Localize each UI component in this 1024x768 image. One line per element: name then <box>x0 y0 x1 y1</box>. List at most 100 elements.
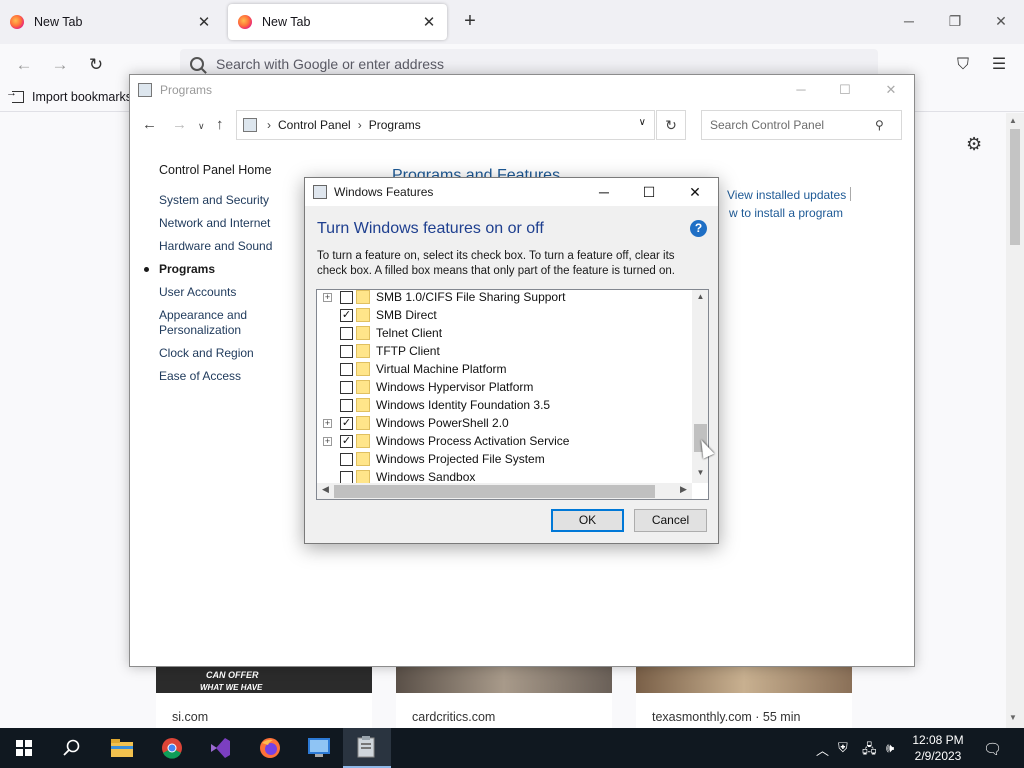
start-button[interactable] <box>0 728 48 768</box>
scrollbar-thumb[interactable] <box>1010 129 1020 245</box>
close-icon[interactable]: ✕ <box>683 181 707 203</box>
sidebar-item-programs[interactable]: Programs <box>144 262 279 277</box>
taskbar-search-button[interactable] <box>48 728 96 768</box>
sidebar-item-clock-region[interactable]: Clock and Region <box>159 346 279 361</box>
feature-row[interactable]: + ✓ Windows PowerShell 2.0 <box>317 414 509 432</box>
horizontal-scrollbar[interactable]: ◀ ▶ <box>317 483 692 499</box>
feature-row[interactable]: Windows Projected File System <box>317 450 545 468</box>
refresh-button[interactable]: ↻ <box>656 110 686 140</box>
feature-checkbox[interactable]: ✓ <box>340 308 353 322</box>
feature-row[interactable]: Windows Hypervisor Platform <box>317 378 533 396</box>
shortcut-tile-si[interactable]: CAN OFFER WHAT WE HAVE si.com <box>156 666 372 728</box>
feature-checkbox[interactable]: ✓ <box>340 416 353 430</box>
sidebar-item-network[interactable]: Network and Internet <box>159 216 279 231</box>
feature-row[interactable]: + SMB 1.0/CIFS File Sharing Support <box>317 290 565 306</box>
notifications-icon[interactable]: 🗨 <box>983 740 1002 758</box>
feature-checkbox[interactable] <box>340 290 353 304</box>
taskbar-visual-studio[interactable] <box>196 728 244 768</box>
import-bookmarks-button[interactable]: Import bookmarks... <box>6 87 142 104</box>
chevron-down-icon[interactable]: ∨ <box>639 117 646 128</box>
minimize-icon[interactable]: ─ <box>790 79 812 101</box>
ok-button[interactable]: OK <box>551 509 624 532</box>
scroll-down-icon[interactable]: ▼ <box>1009 713 1017 722</box>
control-panel-search[interactable]: ⚲ <box>701 110 902 140</box>
feature-checkbox[interactable] <box>340 344 353 358</box>
expand-icon[interactable]: + <box>323 292 332 302</box>
restore-icon[interactable]: ❐ <box>944 10 966 32</box>
how-to-install-link[interactable]: w to install a program <box>729 206 843 220</box>
scroll-up-icon[interactable]: ▲ <box>692 292 708 301</box>
breadcrumb[interactable]: › Control Panel › Programs ∨ <box>236 110 655 140</box>
features-tree[interactable]: + SMB 1.0/CIFS File Sharing Support ✓ SMB D… <box>316 289 709 500</box>
reload-icon[interactable]: ↻ <box>84 53 108 77</box>
feature-row[interactable]: Telnet Client <box>317 324 442 342</box>
breadcrumb-control-panel[interactable]: Control Panel <box>278 118 351 132</box>
shortcut-tile-cardcritics[interactable]: cardcritics.com <box>396 666 612 728</box>
expand-icon[interactable]: + <box>323 418 332 428</box>
close-icon[interactable]: ✕ <box>880 79 902 101</box>
browser-tab-1[interactable]: New Tab ✕ <box>0 4 222 40</box>
forward-arrow-icon[interactable]: → <box>172 116 187 133</box>
shortcut-tile-texasmonthly[interactable]: texasmonthly.com · 55 min <box>636 666 852 728</box>
feature-checkbox[interactable] <box>340 452 353 466</box>
scroll-up-icon[interactable]: ▲ <box>1009 116 1017 125</box>
maximize-icon[interactable]: ☐ <box>637 181 661 203</box>
url-input[interactable] <box>216 56 816 72</box>
recent-locations-icon[interactable]: ∨ <box>198 121 205 132</box>
taskbar-windows-features[interactable] <box>343 728 391 768</box>
taskbar-chrome[interactable] <box>148 728 196 768</box>
close-window-icon[interactable]: ✕ <box>990 10 1012 32</box>
chevron-right-icon[interactable]: › <box>358 118 362 132</box>
minimize-icon[interactable]: ─ <box>592 181 616 203</box>
feature-row[interactable]: Windows Identity Foundation 3.5 <box>317 396 550 414</box>
gear-icon[interactable]: ⚙ <box>966 134 982 155</box>
sidebar-item-appearance[interactable]: Appearance and Personalization <box>159 308 279 338</box>
feature-row[interactable]: TFTP Client <box>317 342 440 360</box>
feature-checkbox[interactable] <box>340 398 353 412</box>
scroll-right-icon[interactable]: ▶ <box>675 484 692 495</box>
pocket-icon[interactable]: ⛉ <box>952 54 974 76</box>
chevron-up-icon[interactable]: ︿ <box>816 740 829 759</box>
scroll-left-icon[interactable]: ◀ <box>317 484 334 495</box>
browser-tab-2[interactable]: New Tab ✕ <box>228 4 447 40</box>
chevron-right-icon[interactable]: › <box>267 118 271 132</box>
up-arrow-icon[interactable]: ↑ <box>216 116 224 133</box>
control-panel-home-link[interactable]: Control Panel Home <box>159 163 279 177</box>
expand-icon[interactable]: + <box>323 436 332 446</box>
feature-checkbox[interactable] <box>340 326 353 340</box>
sidebar-item-user-accounts[interactable]: User Accounts <box>159 285 279 300</box>
breadcrumb-programs[interactable]: Programs <box>369 118 421 132</box>
feature-row[interactable]: ✓ SMB Direct <box>317 306 437 324</box>
ethernet-icon[interactable]: 🖧 <box>862 740 877 762</box>
forward-arrow-icon[interactable]: → <box>48 53 72 77</box>
scrollbar-thumb[interactable] <box>334 485 655 498</box>
minimize-icon[interactable]: ─ <box>898 10 920 32</box>
network-status-icon[interactable]: ⛨ <box>838 740 848 756</box>
feature-row[interactable]: Virtual Machine Platform <box>317 360 507 378</box>
view-installed-updates-link[interactable]: View installed updates <box>727 188 846 202</box>
taskbar-file-explorer[interactable] <box>98 728 146 768</box>
new-tab-button[interactable]: + <box>458 10 482 34</box>
sidebar-item-system-security[interactable]: System and Security <box>159 193 279 208</box>
feature-checkbox[interactable]: ✓ <box>340 434 353 448</box>
search-icon[interactable]: ⚲ <box>875 118 884 132</box>
volume-icon[interactable]: 🕪 <box>886 740 894 756</box>
taskbar-control-panel[interactable] <box>295 728 343 768</box>
close-icon[interactable]: ✕ <box>421 13 437 31</box>
scroll-down-icon[interactable]: ▼ <box>692 468 708 477</box>
page-scrollbar[interactable]: ▲ ▼ <box>1006 113 1024 728</box>
sidebar-item-ease-of-access[interactable]: Ease of Access <box>159 369 279 384</box>
back-arrow-icon[interactable]: ← <box>142 116 157 133</box>
close-icon[interactable]: ✕ <box>196 13 212 31</box>
back-arrow-icon[interactable]: ← <box>12 53 36 77</box>
maximize-icon[interactable]: ☐ <box>834 79 856 101</box>
search-input[interactable] <box>710 118 875 132</box>
taskbar-firefox[interactable] <box>246 728 294 768</box>
feature-row[interactable]: + ✓ Windows Process Activation Service <box>317 432 569 450</box>
cancel-button[interactable]: Cancel <box>634 509 707 532</box>
menu-icon[interactable]: ☰ <box>988 54 1010 76</box>
feature-checkbox[interactable] <box>340 362 353 376</box>
system-clock[interactable]: 12:08 PM 2/9/2023 <box>902 732 974 764</box>
help-icon[interactable]: ? <box>690 220 707 237</box>
feature-checkbox[interactable] <box>340 470 353 484</box>
